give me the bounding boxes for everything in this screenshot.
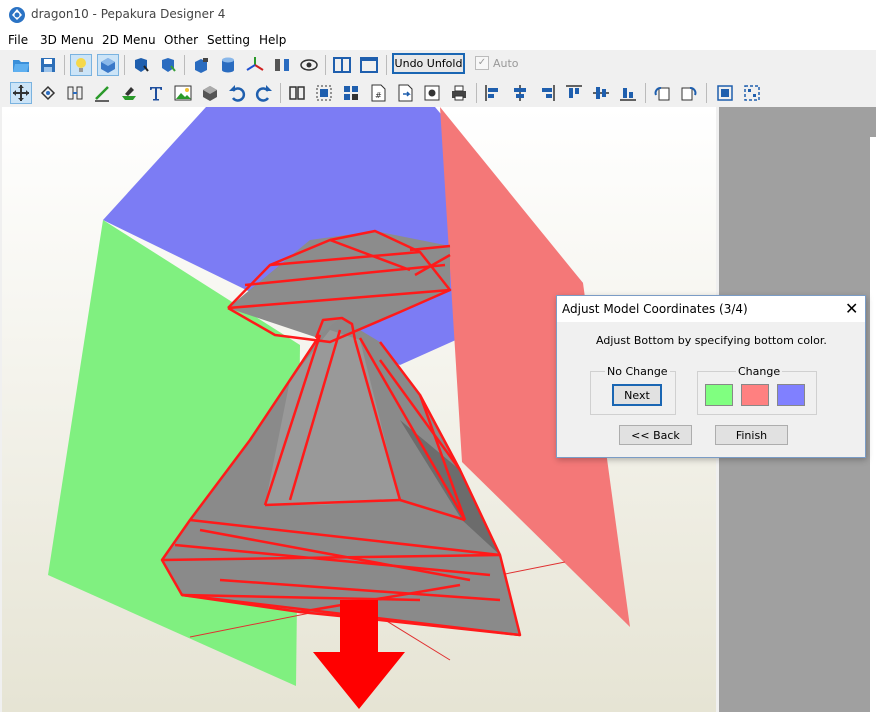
toolbar-separator	[706, 83, 707, 103]
redo-icon[interactable]	[253, 82, 275, 104]
axes-icon[interactable]	[244, 54, 266, 76]
menu-help[interactable]: Help	[259, 33, 286, 47]
toolbar-separator	[476, 83, 477, 103]
rotate-part-icon[interactable]	[37, 82, 59, 104]
rotate-right-icon[interactable]	[678, 82, 700, 104]
join-edges-icon[interactable]	[64, 82, 86, 104]
mirror-icon[interactable]	[271, 54, 293, 76]
view-eye-icon[interactable]	[298, 54, 320, 76]
auto-checkbox[interactable]: ✓ Auto	[475, 56, 519, 70]
print-preview-icon[interactable]	[421, 82, 443, 104]
text-tool-icon[interactable]	[145, 82, 167, 104]
flap-tool-icon[interactable]	[118, 82, 140, 104]
next-button[interactable]: Next	[612, 384, 662, 406]
paper-sheet	[870, 137, 876, 712]
red-bottom-swatch[interactable]	[741, 384, 769, 406]
group-icon[interactable]	[714, 82, 736, 104]
back-button[interactable]: << Back	[619, 425, 692, 445]
save-icon[interactable]	[37, 54, 59, 76]
toolbar-separator	[124, 55, 125, 75]
cylinder-icon[interactable]	[217, 54, 239, 76]
align-right-icon[interactable]	[536, 82, 558, 104]
unfold-icon[interactable]	[130, 54, 152, 76]
toolbar-separator	[386, 55, 387, 75]
toolbar-separator	[64, 55, 65, 75]
menu-3d[interactable]: 3D Menu	[40, 33, 94, 47]
toolbar-separator	[280, 83, 281, 103]
ungroup-icon[interactable]	[741, 82, 763, 104]
select-move-icon[interactable]	[10, 82, 32, 104]
page-number-icon[interactable]: #	[367, 82, 389, 104]
no-change-label: No Change	[605, 365, 670, 378]
toolbar-separator	[184, 55, 185, 75]
rotate-left-icon[interactable]	[651, 82, 673, 104]
menu-2d[interactable]: 2D Menu	[102, 33, 156, 47]
undo-icon[interactable]	[226, 82, 248, 104]
menu-setting[interactable]: Setting	[207, 33, 250, 47]
arrange-parts-icon[interactable]	[340, 82, 362, 104]
auto-label: Auto	[493, 56, 519, 70]
open-file-icon[interactable]	[10, 54, 32, 76]
finish-button[interactable]: Finish	[715, 425, 788, 445]
align-top-icon[interactable]	[563, 82, 585, 104]
adjust-model-coordinates-dialog: Adjust Model Coordinates (3/4) ✕ Adjust …	[556, 295, 866, 458]
align-left-icon[interactable]	[482, 82, 504, 104]
align-center-v-icon[interactable]	[590, 82, 612, 104]
toolbar-edit: #	[0, 80, 876, 106]
dialog-title-bar: Adjust Model Coordinates (3/4) ✕	[557, 296, 865, 322]
split-view-icon[interactable]	[331, 54, 353, 76]
auto-check-icon[interactable]: ✓	[475, 56, 489, 70]
texture-cube-icon[interactable]	[97, 54, 119, 76]
dialog-title: Adjust Model Coordinates (3/4)	[562, 302, 748, 316]
undo-unfold-button[interactable]: Undo Unfold	[392, 53, 465, 74]
toolbar-separator	[645, 83, 646, 103]
single-view-icon[interactable]	[358, 54, 380, 76]
pepakura-app-icon	[9, 7, 25, 23]
align-bottom-icon[interactable]	[617, 82, 639, 104]
align-center-h-icon[interactable]	[509, 82, 531, 104]
menu-file[interactable]: File	[8, 33, 28, 47]
change-label: Change	[736, 365, 783, 378]
export-icon[interactable]	[394, 82, 416, 104]
fit-parts-icon[interactable]	[313, 82, 335, 104]
light-bulb-icon[interactable]	[70, 54, 92, 76]
title-bar: dragon10 - Pepakura Designer 4	[0, 0, 876, 30]
svg-text:#: #	[375, 91, 382, 100]
menu-other[interactable]: Other	[164, 33, 198, 47]
menu-bar: File 3D Menu 2D Menu Other Setting Help	[0, 30, 876, 50]
blue-bottom-swatch[interactable]	[777, 384, 805, 406]
close-icon[interactable]: ✕	[845, 299, 858, 318]
book-view-icon[interactable]	[286, 82, 308, 104]
draw-line-icon[interactable]	[91, 82, 113, 104]
toolbar-separator	[325, 55, 326, 75]
print-icon[interactable]	[448, 82, 470, 104]
green-bottom-swatch[interactable]	[705, 384, 733, 406]
paint-icon[interactable]	[190, 54, 212, 76]
window-title: dragon10 - Pepakura Designer 4	[31, 7, 226, 21]
dialog-message: Adjust Bottom by specifying bottom color…	[596, 334, 827, 347]
unfold-auto-icon[interactable]	[157, 54, 179, 76]
image-tool-icon[interactable]	[172, 82, 194, 104]
cube-tool-icon[interactable]	[199, 82, 221, 104]
